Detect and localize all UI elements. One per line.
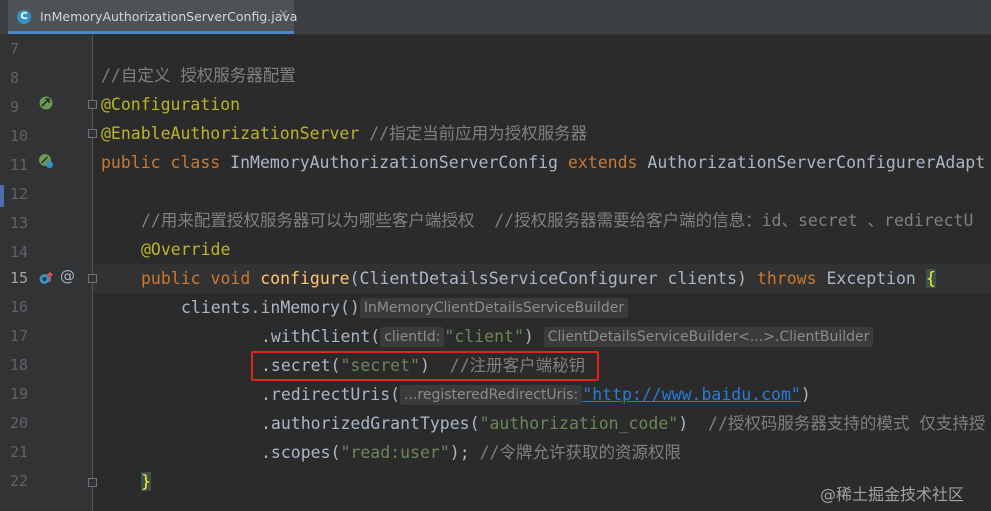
spring-bean-icon[interactable] bbox=[38, 153, 54, 169]
annotation: @Configuration bbox=[101, 95, 241, 114]
parameter-name-hint: clientId: bbox=[380, 327, 445, 347]
code-text: ) bbox=[523, 327, 534, 346]
code-line-16: clients.inMemory() InMemoryClientDetailsS… bbox=[181, 293, 629, 322]
keyword: public bbox=[141, 269, 201, 288]
line-number: 11 bbox=[10, 156, 29, 174]
code-text: .redirectUris( bbox=[261, 385, 401, 404]
code-text: ) bbox=[678, 414, 689, 433]
class-name: InMemoryAuthorizationServerConfig bbox=[220, 153, 558, 172]
line-number: 12 bbox=[10, 185, 29, 203]
code-line-10: @EnableAuthorizationServer //指定当前应用为授权服务… bbox=[101, 119, 587, 148]
keyword: extends bbox=[557, 153, 638, 172]
inlay-type-hint: InMemoryClientDetailsServiceBuilder bbox=[359, 298, 629, 318]
tab-inmemory-authorization-server-config[interactable]: C InMemoryAuthorizationServerConfig.java… bbox=[8, 0, 298, 34]
line-number: 21 bbox=[10, 443, 29, 461]
string-literal: "client" bbox=[444, 327, 524, 346]
java-class-icon: C bbox=[17, 10, 31, 24]
code-text: .authorizedGrantTypes( bbox=[261, 414, 480, 433]
close-tab-icon[interactable]: × bbox=[278, 7, 289, 22]
matched-brace: } bbox=[141, 472, 151, 491]
line-number-current: 15 bbox=[10, 269, 29, 287]
code-text: clients.inMemory() bbox=[181, 298, 360, 317]
highlight-annotation-box bbox=[251, 351, 599, 381]
code-line-13: //用来配置授权服务器可以为哪些客户端授权 //授权服务器需要给客户端的信息：i… bbox=[141, 206, 973, 235]
keyword: public bbox=[101, 153, 161, 172]
code-line-8: //自定义 授权服务器配置 bbox=[101, 61, 296, 90]
comment: //令牌允许获取的资源权限 bbox=[469, 443, 681, 462]
watermark: @稀土掘金技术社区 bbox=[820, 485, 965, 504]
code-line-17: .withClient(clientId: "client") ClientDet… bbox=[261, 322, 874, 351]
superclass-name: AuthorizationServerConfigurerAdapt bbox=[637, 153, 986, 172]
code-text: ); bbox=[449, 443, 470, 462]
line-number: 14 bbox=[10, 243, 29, 261]
line-number: 22 bbox=[10, 472, 29, 490]
line-number: 8 bbox=[10, 69, 20, 87]
keyword: throws bbox=[746, 269, 817, 288]
fold-marker[interactable] bbox=[88, 100, 97, 109]
code-line-11: public class InMemoryAuthorizationServer… bbox=[101, 148, 985, 177]
line-number: 20 bbox=[10, 414, 29, 432]
tab-title: InMemoryAuthorizationServerConfig.java bbox=[40, 9, 298, 24]
code-line-9: @Configuration bbox=[101, 90, 240, 119]
string-literal: "authorization_code" bbox=[479, 414, 679, 433]
inlay-type-hint: ClientDetailsServiceBuilder<...>.ClientB… bbox=[543, 327, 874, 347]
annotation: @EnableAuthorizationServer bbox=[101, 124, 360, 143]
comment: //指定当前应用为授权服务器 bbox=[359, 124, 588, 143]
line-number: 19 bbox=[10, 385, 29, 403]
comment: //用来配置授权服务器可以为哪些客户端授权 //授权服务器需要给客户端的信息：i… bbox=[141, 211, 974, 230]
code-text: ) bbox=[800, 385, 811, 404]
code-text: .withClient( bbox=[261, 327, 381, 346]
exception-type: Exception bbox=[816, 269, 916, 288]
comment: //自定义 授权服务器配置 bbox=[101, 66, 296, 85]
override-up-arrow-icon[interactable] bbox=[38, 270, 54, 286]
spring-bean-icon[interactable] bbox=[38, 95, 54, 111]
keyword: class bbox=[160, 153, 221, 172]
code-text: .scopes( bbox=[261, 443, 341, 462]
string-literal: "read:user" bbox=[340, 443, 450, 462]
line-number: 17 bbox=[10, 327, 29, 345]
line-number: 9 bbox=[10, 98, 20, 116]
code-line-21: .scopes("read:user"); //令牌允许获取的资源权限 bbox=[261, 438, 681, 467]
code-line-20: .authorizedGrantTypes("authorization_cod… bbox=[261, 409, 985, 438]
code-line-15: public void configure(ClientDetailsServi… bbox=[141, 264, 936, 293]
line-number: 13 bbox=[10, 214, 29, 232]
side-panel-edge-marker[interactable] bbox=[0, 185, 4, 207]
code-line-22: } bbox=[141, 467, 151, 496]
url-literal[interactable]: "http://www.baidu.com" bbox=[582, 385, 801, 404]
code-line-19: .redirectUris(...registeredRedirectUris:… bbox=[261, 380, 811, 409]
comment: //授权码服务器支持的模式 仅支持授 bbox=[688, 414, 986, 433]
method-name: configure bbox=[250, 269, 350, 288]
code-line-14: @Override bbox=[141, 235, 230, 264]
line-number: 18 bbox=[10, 356, 29, 374]
line-number: 7 bbox=[10, 40, 20, 58]
line-number: 10 bbox=[10, 127, 29, 145]
fold-marker[interactable] bbox=[88, 478, 97, 487]
line-number: 16 bbox=[10, 298, 29, 316]
fold-marker[interactable] bbox=[88, 274, 97, 283]
keyword: void bbox=[200, 269, 251, 288]
editor-tab-bar: C InMemoryAuthorizationServerConfig.java… bbox=[0, 0, 991, 35]
matched-brace: { bbox=[925, 269, 936, 288]
parameters: (ClientDetailsServiceConfigurer clients) bbox=[349, 269, 747, 288]
parameter-name-hint: ...registeredRedirectUris: bbox=[400, 385, 583, 405]
fold-marker[interactable] bbox=[88, 129, 97, 138]
url-link[interactable]: "http://www.baidu.com" bbox=[582, 385, 801, 404]
at-sign-icon[interactable]: @ bbox=[60, 267, 75, 285]
annotation: @Override bbox=[141, 240, 231, 259]
